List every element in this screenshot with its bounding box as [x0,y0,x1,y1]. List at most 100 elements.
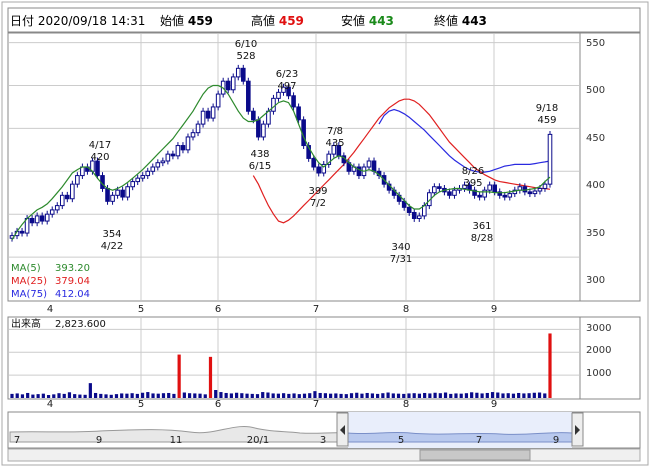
candle-body [482,189,487,198]
navigator-selection[interactable] [348,412,572,448]
volume-value: 2,823.600 [55,319,106,330]
volume-bar [208,356,213,398]
volume-bar [485,392,489,398]
volume-axis-ticks: 3000 2000 1000 [586,323,611,379]
volume-bar [417,393,422,398]
candle-body [452,189,457,196]
volume-bar [423,392,427,398]
volume-bar [41,393,45,398]
candle-body [235,67,241,78]
volume-bar [135,393,139,398]
candle-body [120,189,125,198]
candle-body [246,80,251,112]
volume-bar [83,394,87,398]
candle-body [19,230,25,234]
volume-bar [130,393,134,398]
navigator-label: 20/1 [247,435,269,446]
volume-bar [250,393,254,398]
candle-body [140,175,146,179]
candle-body [75,175,80,185]
volume-bar [203,394,207,398]
candle-body [170,153,176,157]
legend-ma25-value: 379.04 [55,276,90,287]
candle-body [251,110,256,121]
volume-tick-3000: 3000 [586,323,611,334]
candle-body [165,153,171,162]
candle-body [256,119,261,138]
volume-bar [396,393,401,398]
volume-bar [245,393,249,398]
volume-bar [496,392,500,398]
candle-body [547,133,553,185]
volume-bar [480,393,484,398]
candle-body [115,189,120,196]
ma-legend: MA(5) 393.20 MA(25) 379.04 MA(75) 412.04 [9,260,93,300]
volume-bar [120,393,124,398]
y-tick-500: 500 [586,85,605,96]
candle-body [95,160,100,177]
candle-body [205,110,211,119]
navigator-selection-area [347,431,573,443]
navigator-label: 9 [553,435,559,446]
candle-body [502,194,508,198]
scrollbar-track[interactable] [7,448,641,462]
candle-body [532,190,538,195]
volume-bar [412,393,416,398]
volume-bar [506,393,510,398]
x-tick-month: 8 [403,304,409,315]
candle-body [70,183,75,200]
annotation-value: 361 [472,221,491,232]
volume-bar [454,393,458,398]
volume-bar [407,393,411,398]
volume-bar [329,393,333,398]
candle-body [240,67,246,82]
annotation-value: 340 [391,242,410,253]
candle-body [215,93,221,108]
candle-body [125,186,130,198]
volume-bar [182,392,186,398]
x-tick-month: 7 [313,304,319,315]
volume-bar [517,392,521,398]
candle-body [371,160,377,172]
volume-bar [334,393,338,398]
y-tick-450: 450 [586,133,605,144]
x-tick-month: 9 [491,304,497,315]
candle-body [366,160,372,168]
volume-bar [62,393,66,398]
volume-bar [15,393,19,398]
annotation-date: 8/28 [471,233,493,244]
candle-body [291,95,296,108]
volume-bar [46,395,51,398]
volume-bar [156,393,160,398]
volume-bar [224,392,228,398]
annotation-date: 9/18 [536,103,558,114]
volume-bar [193,393,197,398]
volume-bar [73,394,77,398]
candle-body [437,186,442,189]
x-tick-month: 4 [47,399,53,410]
volume-bar [282,393,286,398]
legend-ma75-label: MA(75) [11,289,47,300]
annotation-value: 395 [463,178,482,189]
volume-bar [318,392,322,398]
volume-bar [511,393,516,398]
scrollbar-thumb[interactable] [419,449,531,461]
x-tick-month: 6 [215,304,221,315]
annotation-date: 8/26 [462,166,484,177]
volume-bar [292,393,296,398]
volume-bar [88,383,92,398]
volume-bar [355,392,359,398]
volume-bar [93,392,98,398]
candle-body [230,76,236,91]
annotation-date: 7/31 [390,254,412,265]
volume-bar [522,393,526,398]
volume-bar [235,392,239,398]
candle-body [276,91,281,99]
candle-body [225,80,231,91]
volume-bar [323,393,327,398]
candle-body [150,166,156,172]
annotation-value: 354 [102,229,121,240]
y-tick-350: 350 [586,228,605,239]
volume-bar [67,392,72,398]
volume-bar [57,393,61,398]
